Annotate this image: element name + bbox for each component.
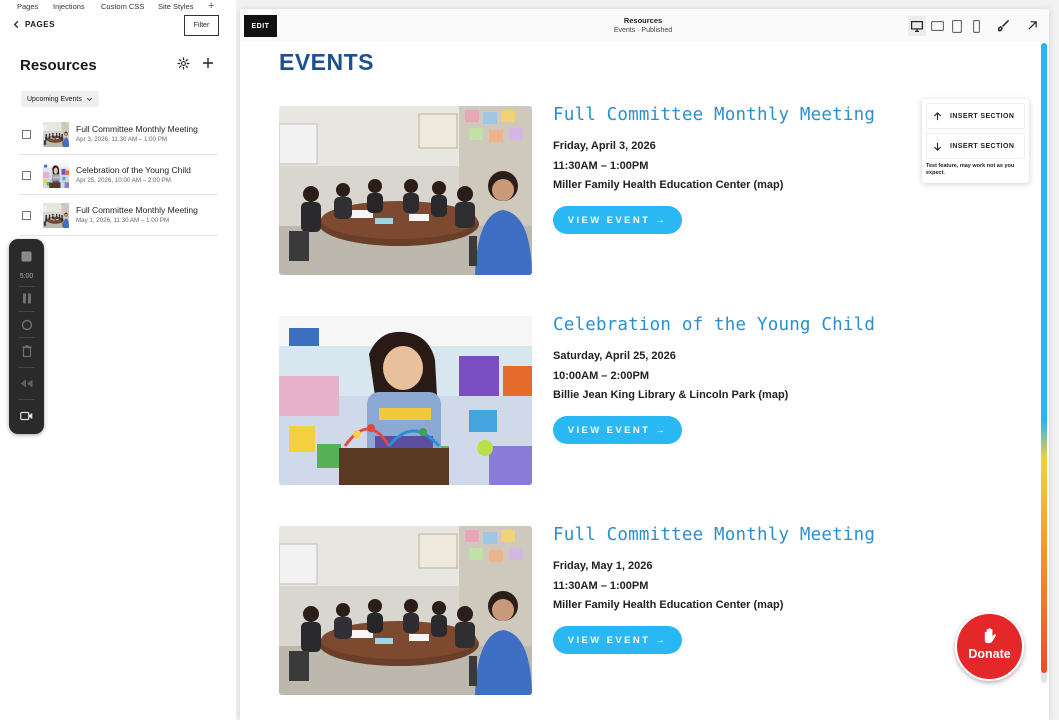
insert-below-label: INSERT SECTION <box>950 142 1015 150</box>
insert-above-label: INSERT SECTION <box>950 112 1015 120</box>
view-event-button[interactable]: VIEW EVENT → <box>553 416 682 444</box>
page-status: Events · Published <box>613 27 673 34</box>
list-item[interactable]: Celebration of the Young Child Apr 25, 2… <box>20 155 218 195</box>
edit-button[interactable]: EDIT <box>244 15 277 37</box>
insert-section-popup: INSERT SECTION INSERT SECTION Test featu… <box>922 99 1029 183</box>
event-list: Full Committee Monthly Meeting Apr 3, 20… <box>20 114 218 236</box>
recording-timer: 5:00 <box>19 273 34 280</box>
stop-icon <box>21 251 32 261</box>
pause-icon <box>22 293 31 303</box>
toolbar-divider <box>18 337 35 338</box>
event-image[interactable] <box>279 106 532 275</box>
event-time: 11:30AM – 1:00PM <box>553 580 649 592</box>
item-name: Full Committee Monthly Meeting <box>76 205 198 215</box>
pause-button[interactable] <box>9 291 44 305</box>
donate-button[interactable]: Donate <box>955 612 1024 681</box>
mobile-view-button[interactable] <box>967 16 985 36</box>
tablet-landscape-icon <box>930 21 944 31</box>
toolbar-divider <box>18 311 35 312</box>
item-checkbox[interactable] <box>22 170 31 180</box>
view-event-button[interactable]: VIEW EVENT → <box>553 206 682 234</box>
item-date: Apr 25, 2026, 10:00 AM – 2:00 PM <box>76 176 171 184</box>
event-title[interactable]: Full Committee Monthly Meeting <box>553 105 875 125</box>
event-date: Friday, May 1, 2026 <box>553 560 653 572</box>
delete-recording-button[interactable] <box>9 344 44 358</box>
rewind-icon <box>20 379 33 387</box>
item-name: Celebration of the Young Child <box>76 164 191 175</box>
event-date: Friday, April 3, 2026 <box>553 140 656 152</box>
event-location[interactable]: Miller Family Health Education Center (m… <box>553 179 783 191</box>
chevron-left-icon <box>13 20 19 29</box>
app-root: Pages Injections Custom CSS Site Styles … <box>0 0 1059 720</box>
feature-note: Test feature, may work not as you expect… <box>926 163 1015 176</box>
restart-button[interactable] <box>9 318 44 332</box>
gear-icon[interactable] <box>177 57 190 70</box>
item-name: Full Committee Monthly Meeting <box>76 124 198 134</box>
back-label: PAGES <box>25 20 55 29</box>
item-date: Apr 3, 2026, 11:30 AM – 1:00 PM <box>76 136 168 143</box>
video-camera-icon <box>20 411 33 421</box>
tablet-landscape-view-button[interactable] <box>927 16 947 36</box>
toolbar-divider <box>18 399 35 400</box>
rewind-button[interactable] <box>9 376 44 390</box>
event-title[interactable]: Full Committee Monthly Meeting <box>553 525 875 545</box>
event-thumbnail <box>43 162 69 188</box>
chevron-down-icon <box>86 97 92 101</box>
insert-section-above-button[interactable]: INSERT SECTION <box>926 103 1025 129</box>
events-filter-dropdown[interactable]: Upcoming Events <box>21 91 99 107</box>
paintbrush-icon[interactable] <box>997 19 1010 32</box>
tablet-portrait-icon <box>952 19 962 33</box>
device-switcher <box>908 16 986 36</box>
event-location[interactable]: Billie Jean King Library & Lincoln Park … <box>553 389 788 401</box>
arrow-down-icon <box>933 142 942 151</box>
add-item-icon[interactable] <box>201 56 215 70</box>
desktop-view-button[interactable] <box>908 16 926 36</box>
trash-icon <box>22 345 31 357</box>
view-event-button[interactable]: VIEW EVENT → <box>553 626 682 654</box>
event-time: 10:00AM – 2:00PM <box>553 370 649 382</box>
event-thumbnail <box>43 122 69 147</box>
insert-section-below-button[interactable]: INSERT SECTION <box>926 133 1025 159</box>
hand-icon <box>984 627 996 644</box>
desktop-icon <box>911 20 923 32</box>
list-item[interactable]: Full Committee Monthly Meeting May 1, 20… <box>20 195 218 236</box>
camera-toggle-button[interactable] <box>9 409 44 423</box>
panel-title: Resources <box>20 57 97 74</box>
event-thumbnail <box>43 203 69 228</box>
tab-injections[interactable]: Injections <box>53 2 85 11</box>
item-date: May 1, 2026, 11:30 AM – 1:00 PM <box>76 217 170 224</box>
arrow-up-icon <box>933 111 942 120</box>
list-item[interactable]: Full Committee Monthly Meeting Apr 3, 20… <box>20 114 218 155</box>
item-checkbox[interactable] <box>22 130 31 139</box>
back-to-pages-link[interactable]: PAGES <box>12 20 55 29</box>
add-tab-button[interactable]: + <box>208 0 214 12</box>
events-heading: EVENTS <box>279 49 375 75</box>
event-image[interactable] <box>279 316 532 485</box>
tab-site-styles[interactable]: Site Styles <box>158 2 193 11</box>
page-title: Resources <box>623 16 663 25</box>
filter-button[interactable]: Filter <box>184 15 219 36</box>
event-date: Saturday, April 25, 2026 <box>553 350 676 362</box>
tab-custom-css[interactable]: Custom CSS <box>101 2 144 11</box>
expand-arrow-icon[interactable] <box>1027 20 1038 31</box>
editor-tab-bar: Pages Injections Custom CSS Site Styles … <box>0 0 236 13</box>
event-image[interactable] <box>279 526 532 695</box>
toolbar-divider <box>18 367 35 368</box>
toolbar-divider <box>18 286 35 287</box>
preview-scrollbar-thumb[interactable] <box>1041 43 1047 673</box>
dropdown-value: Upcoming Events <box>27 95 82 103</box>
donate-label: Donate <box>968 647 1011 661</box>
item-checkbox[interactable] <box>22 211 31 220</box>
event-location[interactable]: Miller Family Health Education Center (m… <box>553 599 783 611</box>
screen-recorder-toolbar: 5:00 <box>9 239 44 434</box>
restart-icon <box>21 319 32 331</box>
tablet-portrait-view-button[interactable] <box>948 16 966 36</box>
event-time: 11:30AM – 1:00PM <box>553 160 649 172</box>
page-header: Resources Events · Published <box>593 16 693 36</box>
mobile-icon <box>972 19 980 33</box>
stop-recording-button[interactable] <box>9 249 44 263</box>
tab-pages[interactable]: Pages <box>17 2 38 11</box>
event-title[interactable]: Celebration of the Young Child <box>553 315 875 335</box>
